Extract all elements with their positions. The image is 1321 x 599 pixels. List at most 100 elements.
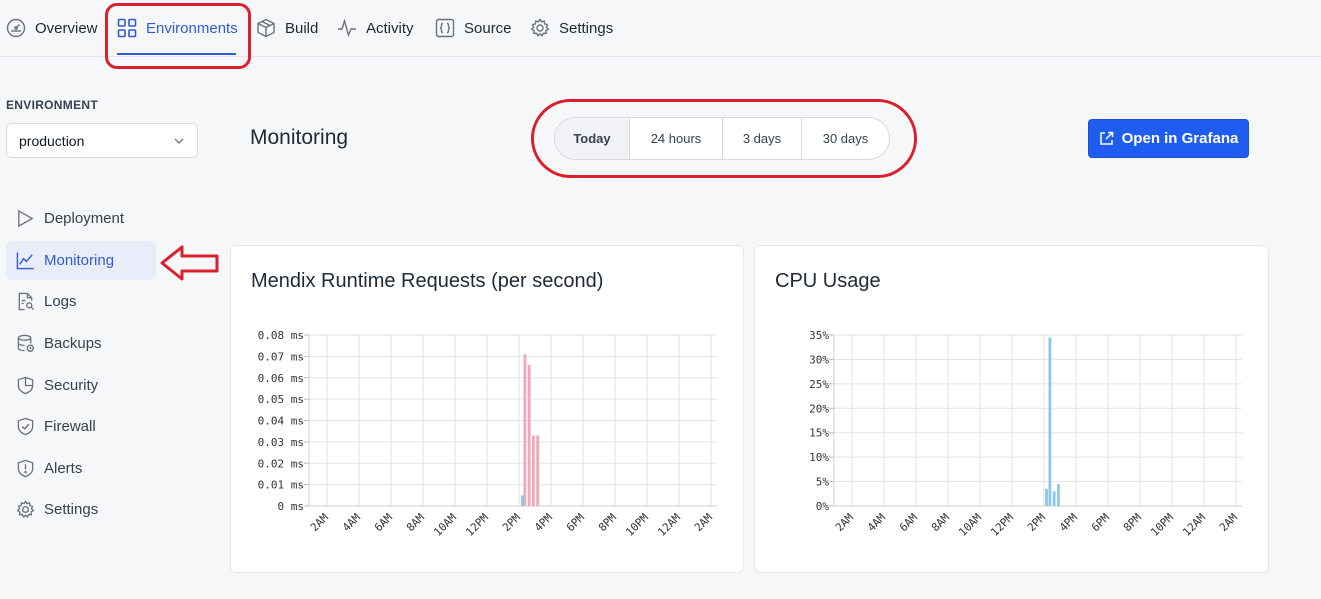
tab-label: Overview [35, 19, 98, 37]
data-bar [1057, 484, 1060, 506]
sidebar-item-alerts[interactable]: Alerts [6, 449, 218, 488]
sidebar-item-security[interactable]: Security [6, 366, 218, 405]
x-tick-label: 6AM [372, 511, 396, 535]
tab-label: Source [464, 19, 512, 37]
tab-build[interactable]: Build [256, 0, 318, 56]
sidebar-item-label: Firewall [44, 418, 96, 435]
dashboard-icon [6, 18, 26, 38]
range-30-days-button[interactable]: 30 days [802, 118, 889, 159]
y-tick-label: 25% [809, 378, 829, 391]
shield-icon [17, 376, 34, 395]
sidebar-item-label: Logs [44, 293, 77, 310]
tab-source[interactable]: Source [435, 0, 512, 56]
environment-select[interactable]: production [6, 123, 198, 158]
x-tick-label: 2AM [1217, 511, 1241, 535]
y-tick-label: 0.03 ms [258, 436, 304, 449]
box-icon [257, 18, 275, 38]
activity-icon [338, 18, 356, 38]
braces-icon [435, 18, 455, 38]
top-navigation: Overview Environments Build Activity Sou… [0, 0, 1321, 57]
sidebar-item-logs[interactable]: Logs [6, 282, 218, 321]
x-tick-label: 8AM [404, 511, 428, 535]
x-tick-label: 8AM [929, 511, 953, 535]
active-tab-indicator [117, 53, 236, 55]
tab-label: Settings [559, 19, 614, 37]
sidebar-item-settings[interactable]: Settings [6, 490, 218, 529]
data-bar [532, 435, 535, 506]
sidebar-item-monitoring[interactable]: Monitoring [6, 241, 156, 280]
gear-icon [16, 500, 35, 518]
y-tick-label: 0.04 ms [258, 415, 304, 428]
sidebar-item-deployment[interactable]: Deployment [6, 199, 218, 238]
x-tick-label: 12PM [463, 511, 491, 539]
sidebar-item-label: Deployment [44, 210, 125, 227]
x-tick-label: 2AM [308, 511, 332, 535]
data-bar [520, 495, 524, 506]
file-search-icon [18, 292, 35, 311]
sidebar-item-label: Monitoring [44, 252, 115, 269]
tab-activity[interactable]: Activity [337, 0, 414, 56]
sidebar-item-label: Alerts [44, 460, 83, 477]
tab-overview[interactable]: Overview [6, 0, 98, 56]
range-24-hours-button[interactable]: 24 hours [630, 118, 723, 159]
x-tick-label: 4PM [532, 511, 556, 535]
x-tick-label: 12AM [1180, 511, 1208, 539]
sidebar-item-firewall[interactable]: Firewall [6, 407, 218, 446]
y-tick-label: 0.01 ms [258, 479, 304, 492]
y-tick-label: 10% [809, 451, 829, 464]
x-tick-label: 12AM [655, 511, 683, 539]
chevron-down-icon [174, 138, 184, 144]
y-tick-label: 0.08 ms [258, 329, 304, 342]
x-tick-label: 2PM [500, 511, 524, 535]
cpu-chart: 0%5%10%15%20%25%30%35%2AM 4AM 6AM 8AM 10AM 12… [809, 329, 1242, 539]
y-tick-label: 0% [816, 500, 830, 513]
x-tick-label: 12PM [988, 511, 1016, 539]
sidebar-item-label: Security [44, 377, 99, 394]
y-tick-label: 0.06 ms [258, 372, 304, 385]
cpu-chart-card: CPU Usage 0% 5% 10% 15% 20% 25% 30% 35% 2AM 4AM 6A… [754, 245, 1269, 573]
y-tick-label: 0.02 ms [258, 457, 304, 470]
grid-icon [117, 18, 137, 38]
y-tick-label: 0.05 ms [258, 393, 304, 406]
x-tick-label: 8PM [1121, 511, 1145, 535]
line-chart-icon [16, 252, 34, 270]
tab-label: Activity [366, 19, 414, 37]
x-tick-label: 6PM [564, 511, 588, 535]
x-tick-label: 8PM [596, 511, 620, 535]
sidebar-item-backups[interactable]: Backups [6, 324, 218, 363]
y-tick-label: 30% [809, 353, 829, 366]
x-tick-label: 4PM [1057, 511, 1081, 535]
x-tick-label: 2AM [833, 511, 857, 535]
tab-settings[interactable]: Settings [530, 0, 613, 56]
range-today-button[interactable]: Today [555, 118, 630, 159]
requests-chart-card: Mendix Runtime Requests (per second) 0 m… [230, 245, 744, 573]
alert-shield-icon [17, 459, 34, 478]
y-tick-label: 20% [809, 402, 829, 415]
x-tick-label: 10PM [1148, 511, 1176, 539]
x-tick-label: 2AM [692, 511, 716, 535]
range-3-days-button[interactable]: 3 days [723, 118, 802, 159]
shield-check-icon [17, 417, 34, 436]
x-tick-label: 10PM [623, 511, 651, 539]
annotation-arrow-icon [160, 245, 219, 281]
database-icon [17, 334, 34, 352]
data-bar [1045, 488, 1048, 506]
y-tick-label: 0 ms [278, 500, 305, 513]
tab-environments[interactable]: Environments [117, 0, 238, 56]
y-tick-label: 35% [809, 329, 829, 342]
x-tick-label: 10AM [431, 511, 459, 539]
data-bar [527, 364, 531, 506]
y-tick-label: 5% [816, 476, 830, 489]
x-tick-label: 10AM [956, 511, 984, 539]
data-bar [536, 435, 540, 506]
gear-icon [530, 18, 550, 37]
data-bar [1052, 491, 1056, 506]
external-link-icon [1099, 131, 1113, 145]
time-range-selector: Today 24 hours 3 days 30 days [554, 117, 890, 160]
requests-chart: 0 ms 0.01 ms 0.02 ms 0.03 ms 0.04 ms 0.05 ms 0… [258, 329, 717, 539]
x-tick-label: 2PM [1025, 511, 1049, 535]
open-in-grafana-button[interactable]: Open in Grafana [1088, 119, 1249, 158]
sidebar-item-label: Backups [44, 335, 102, 352]
x-tick-label: 4AM [865, 511, 889, 535]
y-tick-label: 0.07 ms [258, 350, 304, 363]
